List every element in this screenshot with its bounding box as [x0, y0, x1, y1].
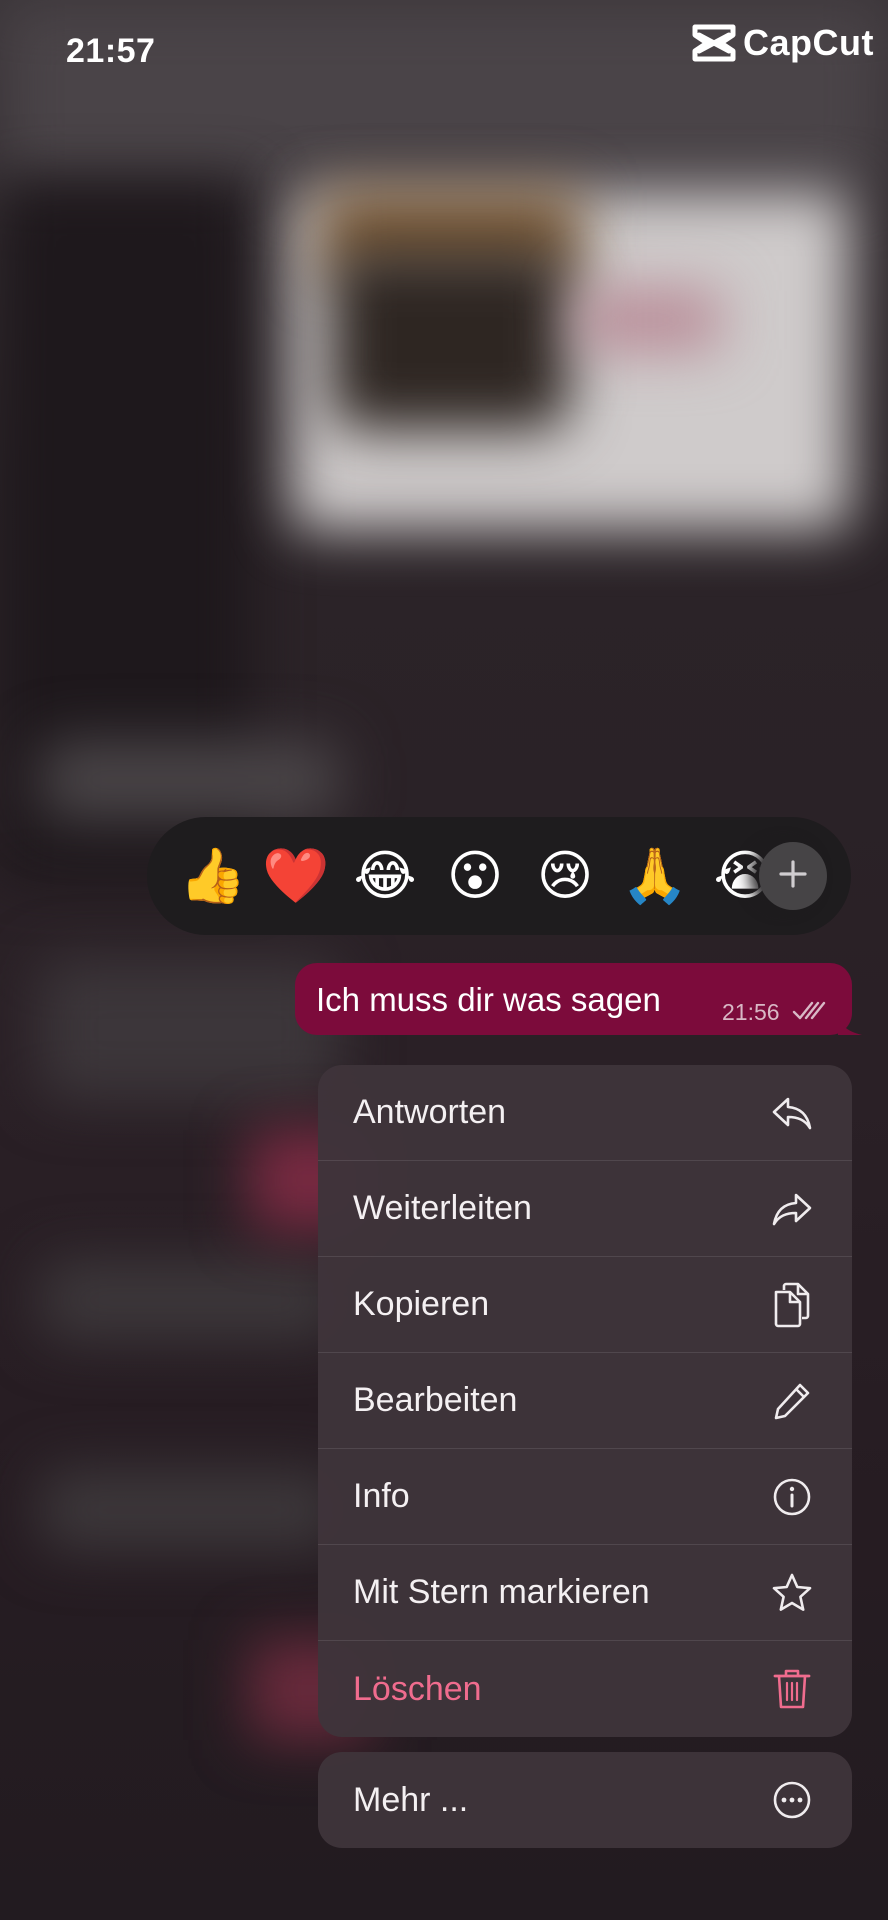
copy-icon — [770, 1282, 814, 1327]
bubble-tail — [838, 1013, 862, 1035]
reaction-surprised[interactable]: 😮 — [435, 817, 515, 935]
menu-item-delete[interactable]: Löschen — [318, 1641, 852, 1737]
menu-item-info[interactable]: Info — [318, 1449, 852, 1545]
status-bar-time: 21:57 — [66, 32, 156, 70]
message-bubble[interactable]: Ich muss dir was sagen 21:56 — [295, 963, 862, 1035]
reaction-heart[interactable]: ❤️ — [256, 817, 336, 935]
menu-item-label: Bearbeiten — [353, 1381, 518, 1419]
menu-item-label: Info — [353, 1477, 410, 1515]
reaction-laughing[interactable]: 😂 — [345, 817, 425, 935]
pencil-icon — [770, 1379, 814, 1423]
blurred-message — [40, 1260, 340, 1340]
plus-icon — [777, 858, 809, 895]
menu-item-reply[interactable]: Antworten — [318, 1065, 852, 1161]
menu-item-forward[interactable]: Weiterleiten — [318, 1161, 852, 1257]
menu-item-edit[interactable]: Bearbeiten — [318, 1353, 852, 1449]
menu-item-label: Antworten — [353, 1093, 507, 1131]
reaction-sad[interactable]: 😢 — [525, 817, 605, 935]
trash-icon — [770, 1667, 814, 1711]
menu-item-label: Mehr ... — [353, 1780, 469, 1819]
reaction-bar: 👍 ❤️ 😂 😮 😢 🙏 😭 — [147, 817, 851, 935]
capcut-watermark: CapCut — [691, 22, 874, 64]
menu-item-label: Mit Stern markieren — [353, 1573, 650, 1611]
blurred-area — [330, 250, 570, 430]
forward-icon — [770, 1187, 814, 1231]
blurred-message — [40, 1470, 340, 1550]
more-dots-icon — [770, 1778, 814, 1822]
reaction-folded-hands[interactable]: 🙏 — [615, 817, 695, 935]
reaction-thumbs-up[interactable]: 👍 — [173, 817, 253, 935]
menu-item-star[interactable]: Mit Stern markieren — [318, 1545, 852, 1641]
capcut-wordmark: CapCut — [743, 22, 874, 63]
message-time: 21:56 — [722, 999, 780, 1025]
menu-item-label: Kopieren — [353, 1285, 490, 1323]
capcut-logo-icon — [691, 23, 737, 63]
add-reaction-button[interactable] — [759, 842, 827, 910]
double-check-icon — [792, 999, 830, 1028]
message-context-menu: Antworten Weiterleiten Kopieren Bearbeit… — [318, 1065, 852, 1737]
blurred-area — [580, 290, 720, 350]
menu-item-copy[interactable]: Kopieren — [318, 1257, 852, 1353]
info-icon — [770, 1475, 814, 1519]
menu-item-more[interactable]: Mehr ... — [318, 1752, 852, 1848]
reply-icon — [770, 1091, 814, 1135]
star-icon — [770, 1571, 814, 1615]
blurred-message — [40, 740, 340, 820]
menu-item-label: Löschen — [353, 1669, 482, 1708]
menu-item-label: Weiterleiten — [353, 1189, 532, 1227]
message-text: Ich muss dir was sagen — [316, 981, 661, 1018]
